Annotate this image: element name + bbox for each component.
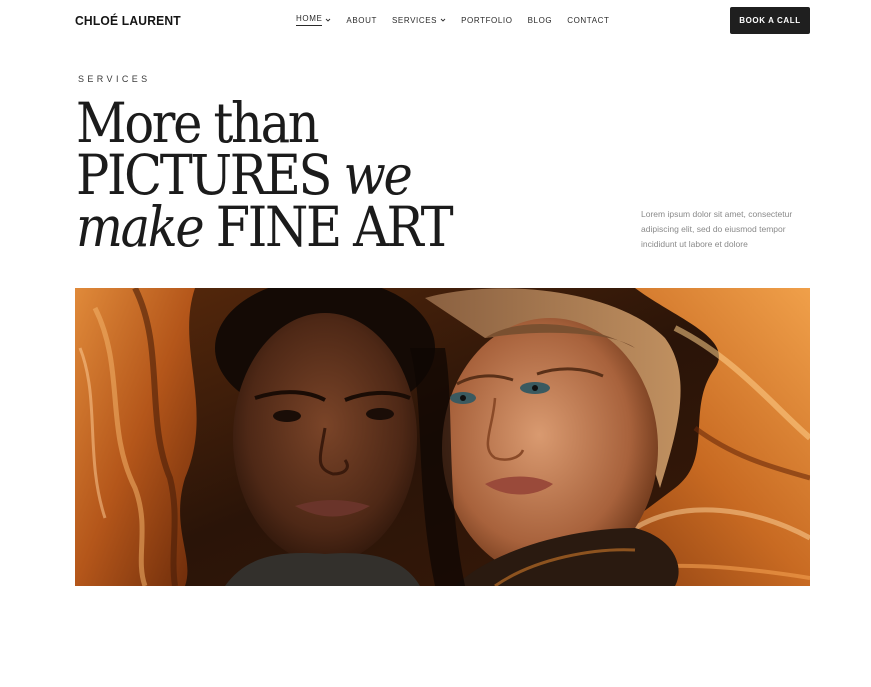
nav-item-label: PORTFOLIO <box>461 15 513 25</box>
nav-item-portfolio[interactable]: PORTFOLIO <box>461 14 512 26</box>
portrait-illustration <box>75 288 810 586</box>
headline-line-3: make FINE ART <box>76 200 454 255</box>
nav-item-about[interactable]: ABOUT <box>346 14 377 26</box>
headline-line-2: PICTURES we <box>76 148 451 203</box>
nav-item-label: BLOG <box>527 15 553 25</box>
section-eyebrow: SERVICES <box>78 74 151 84</box>
nav-item-blog[interactable]: BLOG <box>528 14 553 26</box>
nav-item-services[interactable]: SERVICES <box>392 14 446 26</box>
nav-item-contact[interactable]: CONTACT <box>567 14 609 26</box>
main-nav: HOME ABOUT SERVICES PORTFOLIO BLOG CONTA… <box>296 14 610 26</box>
hero-photo <box>75 288 810 586</box>
nav-item-label: ABOUT <box>346 15 377 25</box>
chevron-down-icon <box>440 18 446 22</box>
headline-line-1: More than <box>76 91 320 155</box>
nav-item-label: HOME <box>296 14 323 26</box>
book-a-call-button[interactable]: BOOK A CALL <box>730 7 810 34</box>
nav-item-label: SERVICES <box>391 15 438 25</box>
headline-italic-text: make <box>76 195 205 259</box>
nav-item-home[interactable]: HOME <box>296 14 331 26</box>
chevron-down-icon <box>326 18 331 22</box>
nav-item-label: CONTACT <box>567 15 610 25</box>
hero-intro-text: Lorem ipsum dolor sit amet, consectetur … <box>641 209 793 249</box>
hero-headline: More than PICTURES we make FINE ART <box>76 91 454 255</box>
brand-logo[interactable]: CHLOÉ LAURENT <box>75 13 181 28</box>
headline-text: FINE ART <box>202 195 454 259</box>
